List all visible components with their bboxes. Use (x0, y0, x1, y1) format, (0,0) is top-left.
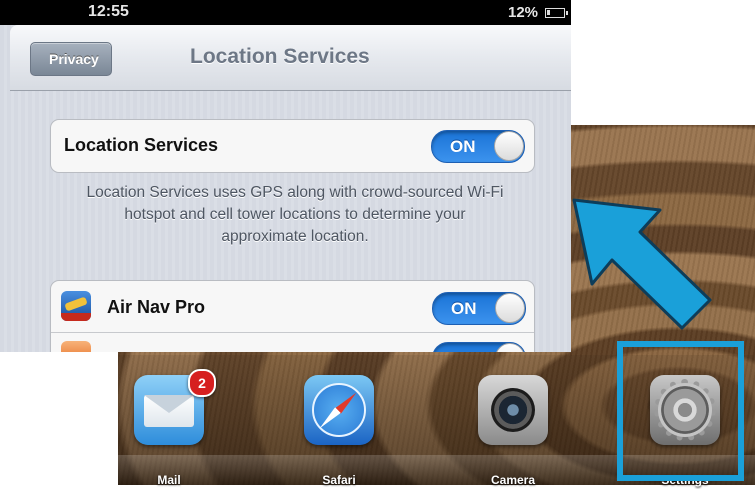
toggle-knob (495, 293, 525, 323)
dock-label-safari: Safari (322, 473, 356, 487)
navigation-bar: Privacy Location Services (10, 25, 571, 91)
plane-icon (64, 296, 88, 312)
app-name-air-nav-pro: Air Nav Pro (107, 297, 206, 317)
toggle-knob (494, 131, 524, 161)
location-services-toggle[interactable]: ON (431, 130, 525, 163)
camera-icon (478, 375, 548, 445)
location-services-description: Location Services uses GPS along with cr… (86, 184, 504, 245)
pointer-arrow-icon (572, 198, 712, 330)
dock-app-camera[interactable]: Camera (478, 375, 548, 487)
battery-icon (545, 8, 568, 18)
toggle-knob (495, 343, 525, 352)
pro-label (61, 313, 91, 321)
privacy-back-button[interactable]: Privacy (30, 42, 112, 76)
safari-icon (304, 375, 374, 445)
air-nav-pro-toggle[interactable]: ON (432, 292, 526, 325)
second-app-toggle[interactable] (432, 342, 526, 352)
dock-app-safari[interactable]: Safari (304, 375, 374, 487)
dock-label-camera: Camera (490, 473, 536, 487)
toggle-on-label: ON (450, 137, 476, 156)
settings-highlight-box (617, 341, 744, 481)
status-time: 12:55 (88, 3, 129, 20)
row-divider (51, 332, 534, 333)
air-nav-pro-icon (61, 291, 91, 321)
status-bar: 12:55 12% (0, 0, 571, 25)
mail-notification-badge: 2 (188, 369, 216, 397)
location-services-group: Location Services ON (50, 119, 535, 173)
battery-percentage: 12% (508, 4, 539, 21)
dock-label-mail: Mail (157, 473, 181, 487)
location-services-label: Location Services (64, 135, 219, 155)
orange-app-icon (61, 341, 91, 352)
page-title: Location Services (190, 45, 370, 68)
camera-lens-icon (491, 388, 535, 432)
settings-panel: 12:55 12% Privacy Location Services Loca… (0, 0, 571, 352)
envelope-icon (144, 395, 194, 427)
app-list-group: Air Nav Pro ➤ ON (50, 280, 535, 352)
toggle-on-label: ON (451, 299, 477, 318)
